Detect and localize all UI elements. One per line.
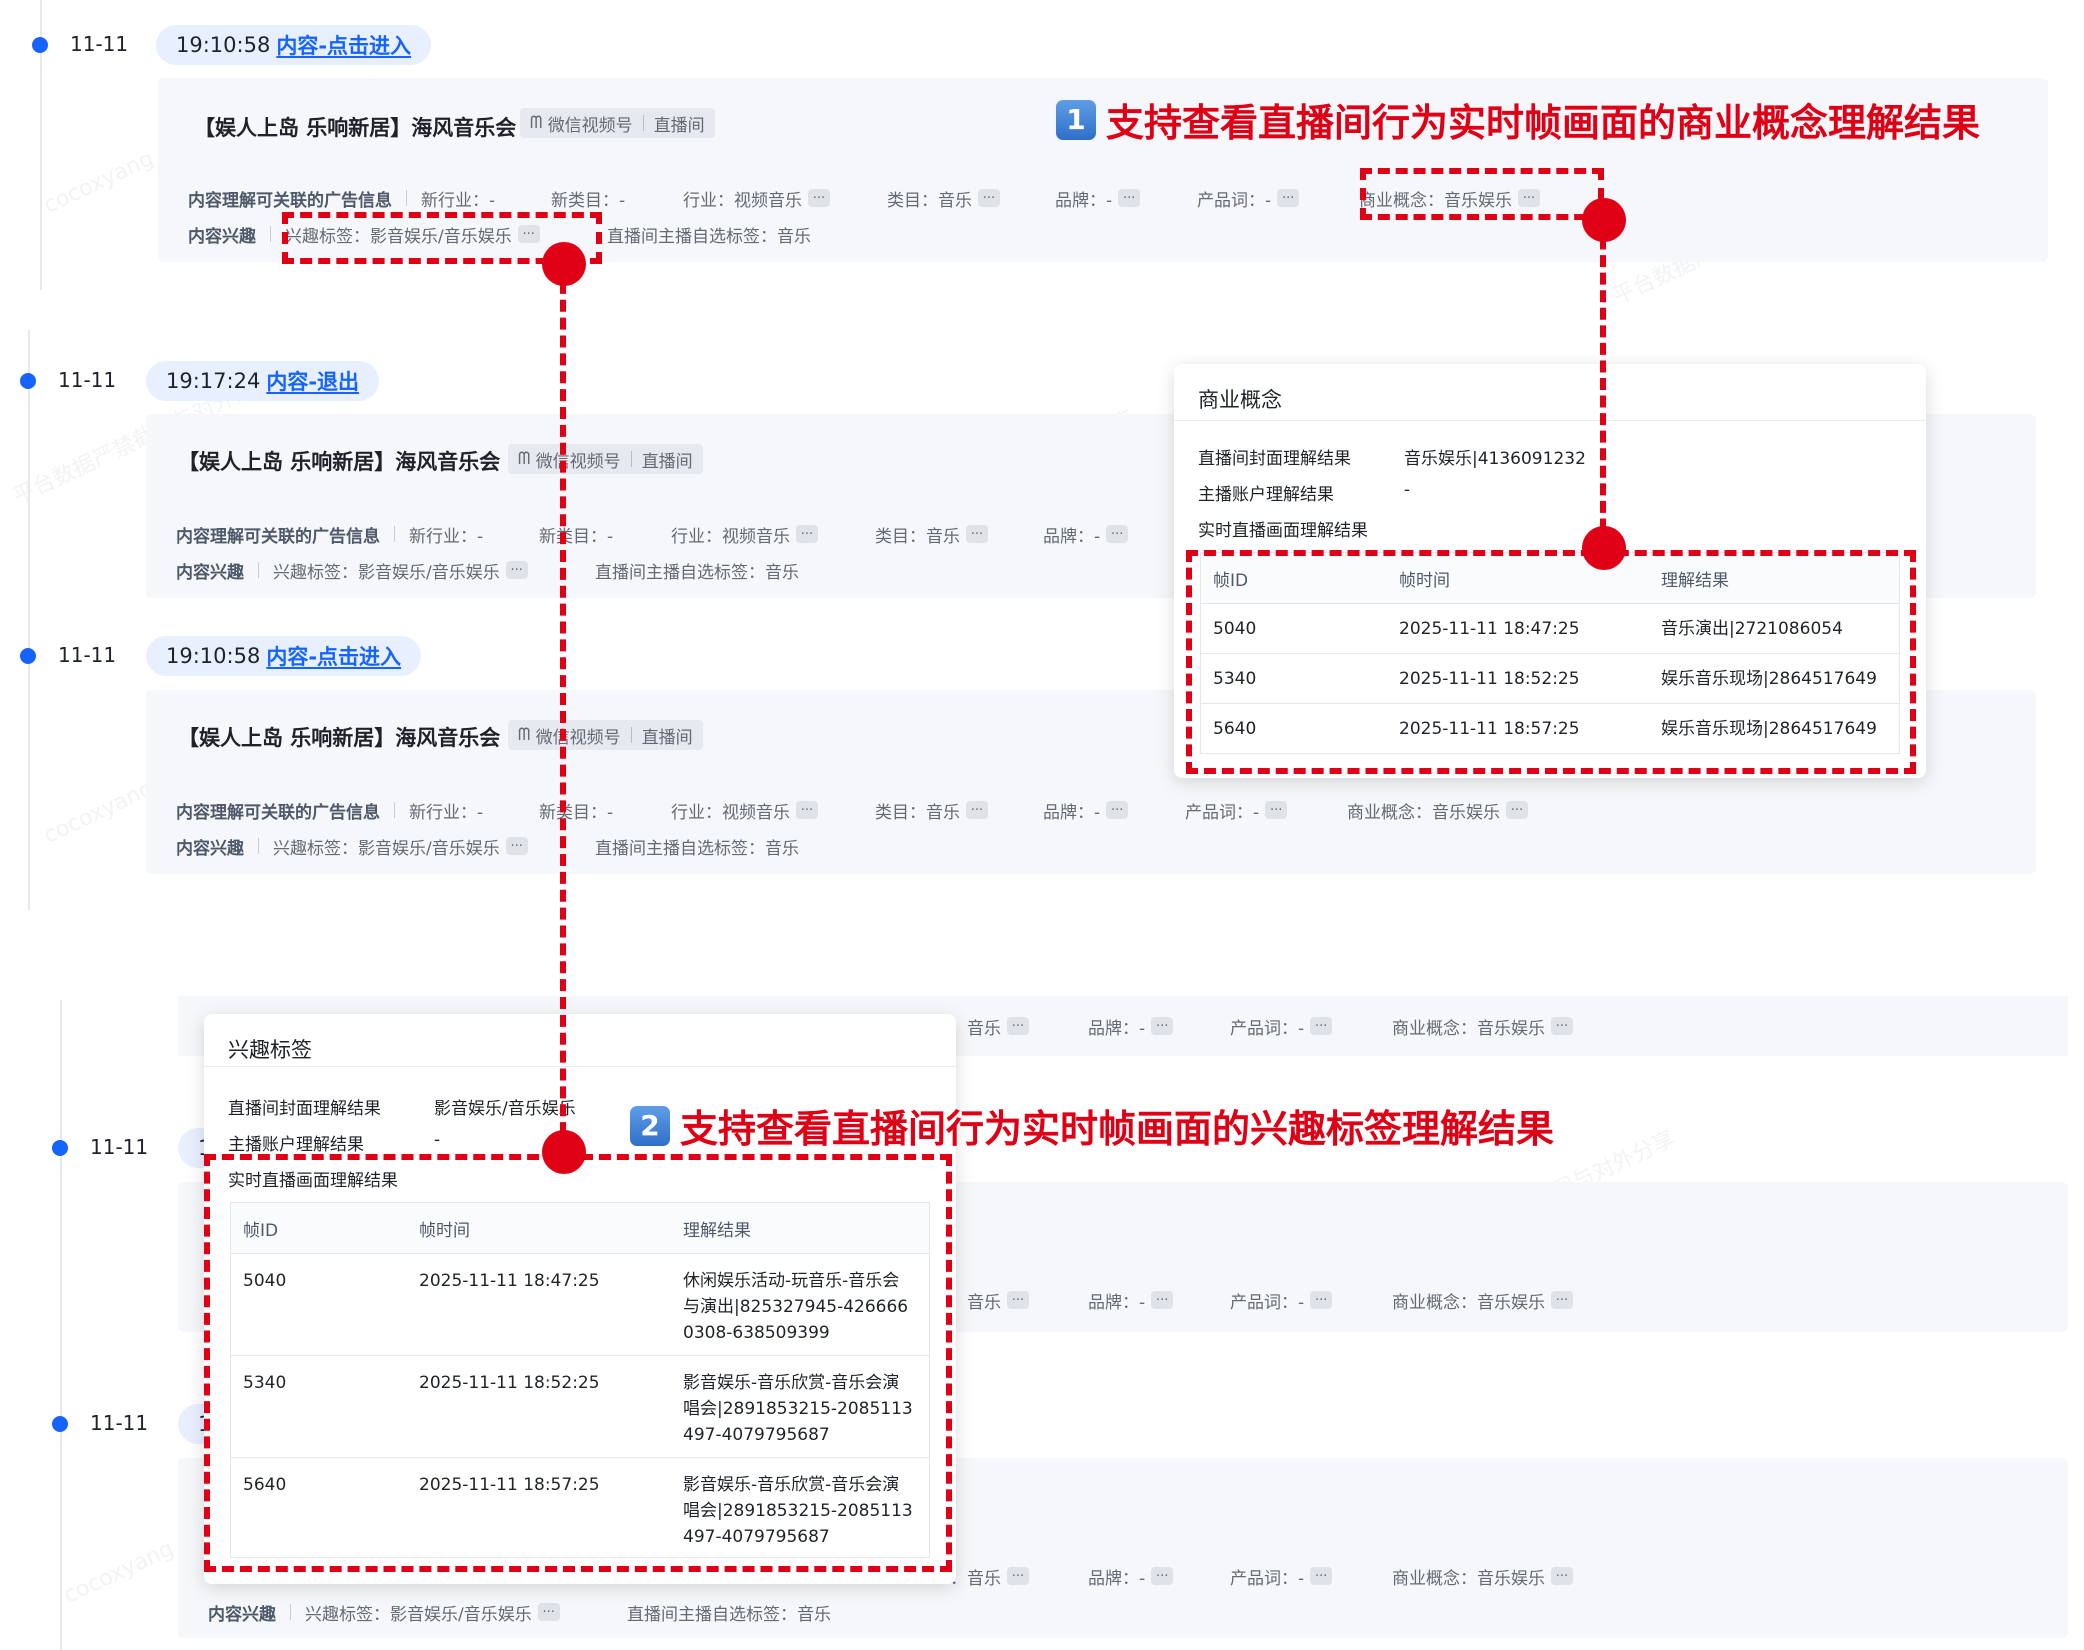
timeline-date: 11-11 [90, 1411, 149, 1435]
platform-tag: ᗰ 微信视频号 直播间 [508, 444, 703, 474]
ad-info-row: 内容理解可关联的广告信息 新行业：- 新类目：- 行业：视频音乐 ··· 类目：音… [176, 520, 1129, 548]
watermark-text: cocoxyang [60, 1536, 178, 1609]
more-icon[interactable]: ··· [1551, 1017, 1573, 1035]
timeline-dot [32, 37, 48, 53]
platform-label: 微信视频号 [547, 115, 633, 136]
cover-result-line: 直播间封面理解结果 音乐娱乐|4136091232 [1198, 449, 1586, 469]
timeline-date: 11-11 [58, 643, 117, 667]
brand-field: 品牌：- ··· [1055, 186, 1197, 211]
more-icon[interactable]: ··· [1506, 801, 1528, 819]
more-icon[interactable]: ··· [796, 525, 818, 543]
host-tag-field: 直播间主播自选标签：音乐 [607, 226, 811, 247]
number-badge-icon: 2 [630, 1105, 670, 1146]
timeline-dot [52, 1140, 68, 1156]
highlight-interest-frame-table [204, 1154, 952, 1572]
more-icon[interactable]: ··· [1551, 1567, 1573, 1585]
watermark-text: cocoxyang [40, 776, 158, 849]
more-icon[interactable]: ··· [505, 561, 528, 579]
more-icon[interactable]: ··· [537, 1603, 560, 1621]
more-icon[interactable]: ··· [1007, 1567, 1029, 1585]
annotation-1: 1 支持查看直播间行为实时帧画面的商业概念理解结果 [1056, 92, 1980, 147]
highlight-biz-concept [1360, 168, 1604, 220]
more-icon[interactable]: ··· [808, 189, 830, 207]
content-title: 【娱人上岛 乐响新居】海风音乐会 [178, 450, 501, 474]
event-time: 19:10:58 [176, 33, 271, 57]
timeline-date: 11-11 [58, 368, 117, 392]
interest-row: 内容兴趣 兴趣标签：影音娱乐/音乐娱乐 ··· 直播间主播自选标签：音乐 [176, 837, 799, 859]
timeline-dot [52, 1416, 68, 1432]
more-icon[interactable]: ··· [1277, 189, 1300, 207]
more-icon[interactable]: ··· [978, 189, 1000, 207]
timeline-line [28, 330, 30, 910]
annotation-2: 2 支持查看直播间行为实时帧画面的兴趣标签理解结果 [630, 1098, 1554, 1153]
highlight-biz-frame-table [1186, 550, 1916, 774]
event-time: 19:17:24 [166, 369, 261, 393]
timeline-date: 11-11 [70, 32, 129, 56]
connector-dot [1582, 198, 1626, 242]
more-icon[interactable]: ··· [1310, 1017, 1333, 1035]
connector-line [560, 264, 566, 1152]
event-action-link[interactable]: 内容-点击进入 [276, 30, 411, 60]
realtime-result-label: 实时直播画面理解结果 [1198, 521, 1368, 541]
timeline-event-pill: 19:17:24 内容-退出 [146, 361, 380, 401]
platform-tag: ᗰ 微信视频号 直播间 [520, 108, 715, 138]
more-icon[interactable]: ··· [966, 525, 988, 543]
wechat-channels-icon: ᗰ [518, 725, 531, 745]
category-field: 类目：音乐 ··· [887, 186, 1055, 211]
ad-info-row: ：音乐 ··· 品牌：- ··· 产品词：- ··· 商业概念：音乐娱乐 ··· [950, 1012, 1573, 1040]
timeline-date: 11-11 [90, 1135, 149, 1159]
ad-info-head: 内容理解可关联的广告信息 [188, 190, 392, 211]
more-icon[interactable]: ··· [1106, 801, 1129, 819]
more-icon[interactable]: ··· [1551, 1291, 1573, 1309]
product-word-field: 产品词：- ··· [1197, 186, 1359, 211]
event-action-link[interactable]: 内容-点击进入 [266, 641, 401, 671]
interest-head: 内容兴趣 [188, 226, 256, 247]
popup-title: 商业概念 [1198, 388, 1282, 412]
more-icon[interactable]: ··· [1151, 1567, 1174, 1585]
more-icon[interactable]: ··· [966, 801, 988, 819]
more-icon[interactable]: ··· [1151, 1017, 1174, 1035]
connector-dot [1582, 526, 1626, 570]
account-result-line: 主播账户理解结果 - [1198, 480, 1411, 505]
interest-row: 内容兴趣 兴趣标签：影音娱乐/音乐娱乐 ··· 直播间主播自选标签：音乐 [176, 561, 799, 583]
more-icon[interactable]: ··· [1118, 189, 1141, 207]
type-label: 直播间 [653, 115, 705, 136]
account-result-line: 主播账户理解结果 - [228, 1130, 441, 1155]
connector-dot [542, 242, 586, 286]
wechat-channels-icon: ᗰ [518, 449, 531, 469]
timeline-line [60, 1000, 62, 1650]
content-title: 【娱人上岛 乐响新居】海风音乐会 [194, 116, 517, 140]
new-industry: 新行业：- [421, 190, 496, 211]
cover-result-line: 直播间封面理解结果 影音娱乐/音乐娱乐 [228, 1099, 576, 1119]
popup-title: 兴趣标签 [228, 1038, 312, 1062]
timeline-dot [20, 373, 36, 389]
platform-tag: ᗰ 微信视频号 直播间 [508, 720, 703, 750]
more-icon[interactable]: ··· [1265, 801, 1288, 819]
ad-info-row: 内容理解可关联的广告信息 新行业：- 新类目：- 行业：视频音乐 ··· 类目：音… [188, 184, 1540, 212]
connector-line [1600, 220, 1606, 548]
content-title: 【娱人上岛 乐响新居】海风音乐会 [178, 726, 501, 750]
more-icon[interactable]: ··· [1310, 1291, 1333, 1309]
wechat-channels-icon: ᗰ [530, 113, 543, 133]
more-icon[interactable]: ··· [1106, 525, 1129, 543]
more-icon[interactable]: ··· [505, 837, 528, 855]
more-icon[interactable]: ··· [1007, 1017, 1029, 1035]
new-category: 新类目：- [551, 190, 626, 211]
industry-field: 行业：视频音乐 ··· [683, 186, 887, 211]
more-icon[interactable]: ··· [1310, 1567, 1333, 1585]
more-icon[interactable]: ··· [1007, 1291, 1029, 1309]
event-time: 19:10:58 [166, 644, 261, 668]
ad-info-row: 内容理解可关联的广告信息 新行业：- 新类目：- 行业：视频音乐 ··· 类目：音… [176, 796, 1528, 824]
interest-row: 内容兴趣 兴趣标签：影音娱乐/音乐娱乐 ··· 直播间主播自选标签：音乐 [208, 1603, 831, 1625]
event-action-link[interactable]: 内容-退出 [266, 366, 359, 396]
timeline-dot [20, 648, 36, 664]
more-icon[interactable]: ··· [796, 801, 818, 819]
timeline-event-pill: 19:10:58 内容-点击进入 [156, 25, 432, 65]
watermark-text: cocoxyang [40, 146, 158, 219]
more-icon[interactable]: ··· [1151, 1291, 1174, 1309]
number-badge-icon: 1 [1056, 99, 1096, 140]
connector-dot [542, 1130, 586, 1174]
timeline-event-pill: 19:10:58 内容-点击进入 [146, 636, 422, 676]
